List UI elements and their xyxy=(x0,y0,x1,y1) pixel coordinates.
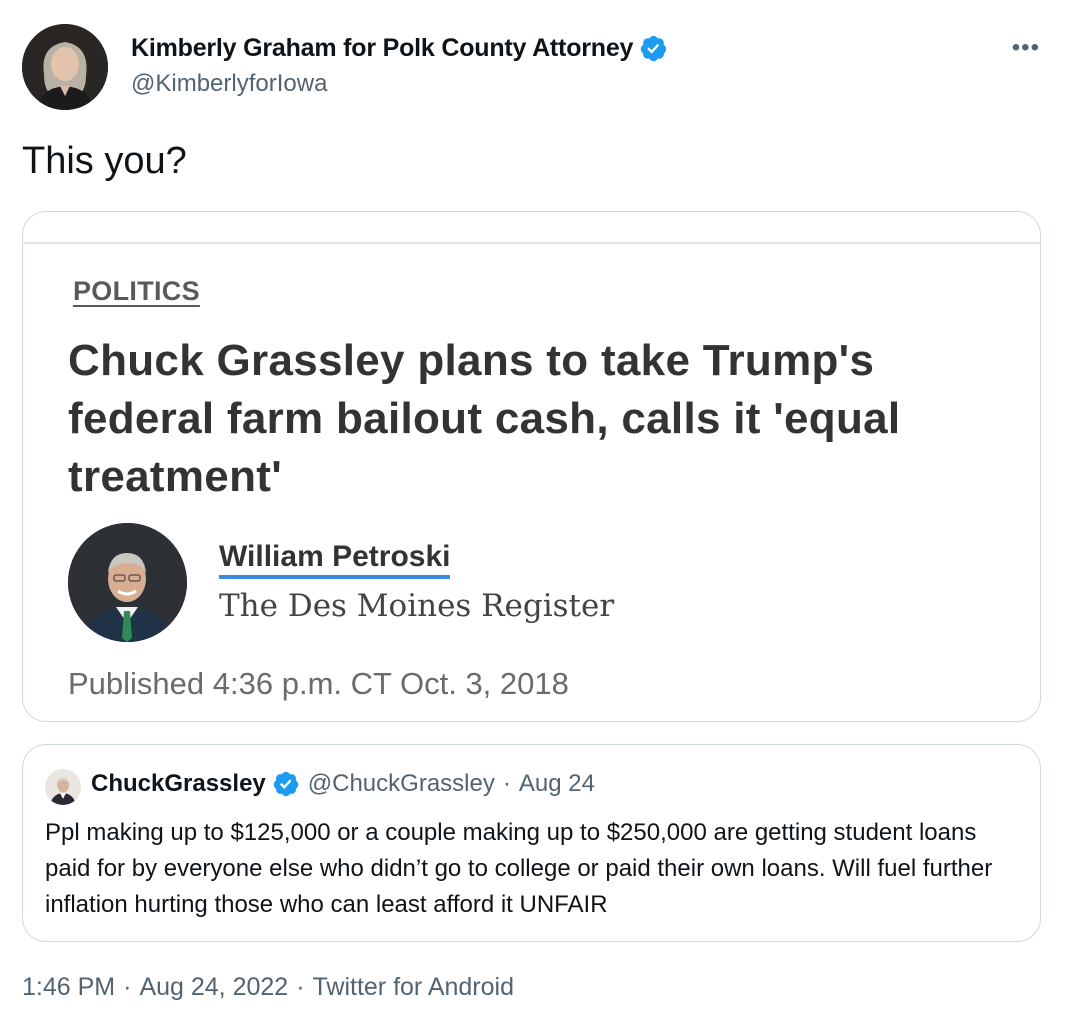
tweet-text: This you? xyxy=(22,140,187,182)
article-author-photo xyxy=(68,523,187,642)
quoted-tweet[interactable]: ChuckGrassley @ChuckGrassley · Aug 24 Pp… xyxy=(22,744,1041,942)
article-author-name: William Petroski xyxy=(219,540,451,579)
author-display-name[interactable]: Kimberly Graham for Polk County Attorney xyxy=(131,34,633,63)
meta-separator: · xyxy=(123,973,132,1001)
quoted-separator: · xyxy=(502,770,511,797)
author-handle[interactable]: @KimberlyforIowa xyxy=(131,70,327,98)
meta-separator: · xyxy=(296,973,305,1001)
tweet-time[interactable]: 1:46 PM xyxy=(22,973,115,1002)
more-options-icon[interactable]: ••• xyxy=(1012,34,1040,62)
tweet-date[interactable]: Aug 24, 2022 xyxy=(139,973,288,1002)
quoted-timestamp[interactable]: Aug 24 xyxy=(519,770,595,798)
author-avatar[interactable] xyxy=(22,24,108,110)
quoted-author-avatar[interactable] xyxy=(45,769,81,805)
verified-badge-icon xyxy=(641,35,667,62)
tweet-source: Twitter for Android xyxy=(312,973,514,1001)
attached-image-card[interactable]: POLITICS Chuck Grassley plans to take Tr… xyxy=(22,211,1041,722)
author-name-row: Kimberly Graham for Polk County Attorney xyxy=(131,34,668,63)
tweet-metadata: 1:46 PM · Aug 24, 2022 · Twitter for And… xyxy=(22,973,514,1002)
article-outlet: The Des Moines Register xyxy=(219,588,615,624)
verified-badge-icon xyxy=(273,771,299,797)
article-divider xyxy=(23,242,1040,244)
quoted-display-name[interactable]: ChuckGrassley xyxy=(91,770,266,798)
article-section-label: POLITICS xyxy=(73,276,200,306)
tweet-header: Kimberly Graham for Polk County Attorney… xyxy=(22,24,1046,112)
quoted-author-row: ChuckGrassley @ChuckGrassley · Aug 24 xyxy=(91,770,595,798)
quoted-handle[interactable]: @ChuckGrassley xyxy=(308,770,495,798)
quoted-tweet-text: Ppl making up to $125,000 or a couple ma… xyxy=(45,819,993,918)
article-published-date: Published 4:36 p.m. CT Oct. 3, 2018 xyxy=(68,666,569,701)
article-headline: Chuck Grassley plans to take Trump's fed… xyxy=(68,336,901,501)
